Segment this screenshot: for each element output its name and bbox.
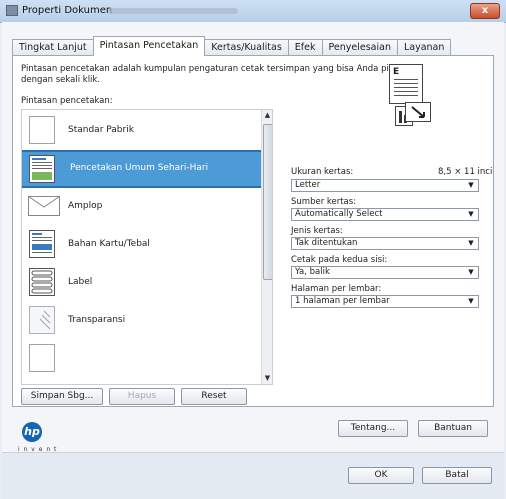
shortcut-label: Transparansi xyxy=(68,315,126,325)
chevron-down-icon: ▼ xyxy=(468,210,474,218)
transparency-icon xyxy=(29,306,55,334)
delete-button[interactable]: Hapus xyxy=(109,388,175,405)
scroll-up-arrow-icon[interactable]: ▲ xyxy=(262,110,272,121)
paper-size-label: Ukuran kertas: xyxy=(291,167,354,177)
tab-printing-shortcuts[interactable]: Pintasan Pencetakan xyxy=(92,36,206,56)
title-bar: Properti Dokumen x xyxy=(0,0,506,23)
pages-per-sheet-label: Halaman per lembar: xyxy=(291,284,382,294)
printer-icon xyxy=(6,5,18,16)
save-as-button[interactable]: Simpan Sbg... xyxy=(21,388,103,405)
blank-page-icon xyxy=(29,116,55,144)
paper-type-select[interactable]: Tak ditentukan ▼ xyxy=(291,237,479,250)
pages-per-sheet-value: 1 halaman per lembar xyxy=(295,296,390,306)
paper-size-select[interactable]: Letter ▼ xyxy=(291,179,479,192)
shortcut-factory-defaults[interactable]: Standar Pabrik xyxy=(22,112,260,150)
reset-button[interactable]: Reset xyxy=(181,388,247,405)
tab-advanced[interactable]: Tingkat Lanjut xyxy=(12,39,94,56)
tab-finishing[interactable]: Penyelesaian xyxy=(321,39,398,56)
duplex-select[interactable]: Ya, balik ▼ xyxy=(291,266,479,279)
document-icon xyxy=(29,155,55,183)
shortcut-label: Pencetakan Umum Sehari-Hari xyxy=(70,163,209,173)
list-item-partial xyxy=(22,340,260,378)
partial-page-icon xyxy=(29,344,55,372)
chevron-down-icon: ▼ xyxy=(468,297,474,305)
preview-letter: E xyxy=(393,67,400,77)
shortcuts-list-label: Pintasan pencetakan: xyxy=(21,96,113,106)
panel-description: Pintasan pencetakan adalah kumpulan peng… xyxy=(21,64,399,85)
paper-size-dimensions: 8,5 × 11 inci xyxy=(438,167,493,177)
dialog-body: Tingkat Lanjut Pintasan Pencetakan Kerta… xyxy=(2,22,504,499)
chevron-down-icon: ▼ xyxy=(468,239,474,247)
list-scrollbar[interactable]: ▲ ▼ xyxy=(261,110,272,384)
close-button[interactable]: x xyxy=(470,3,500,19)
help-button[interactable]: Bantuan xyxy=(418,420,488,437)
pages-per-sheet-select[interactable]: 1 halaman per lembar ▼ xyxy=(291,295,479,308)
shortcut-envelope[interactable]: Amplop xyxy=(22,188,260,226)
paper-source-select[interactable]: Automatically Select ▼ xyxy=(291,208,479,221)
chevron-down-icon: ▼ xyxy=(468,181,474,189)
paper-size-value: Letter xyxy=(295,180,321,190)
paper-source-label: Sumber kertas: xyxy=(291,197,357,207)
label-sheet-icon xyxy=(29,268,55,296)
blurred-printer-name xyxy=(108,8,238,14)
paper-type-value: Tak ditentukan xyxy=(295,238,358,248)
shortcut-label: Label xyxy=(68,277,93,287)
shortcut-transparency[interactable]: Transparansi xyxy=(22,302,260,340)
scroll-down-arrow-icon[interactable]: ▼ xyxy=(262,373,272,384)
chevron-down-icon: ▼ xyxy=(468,268,474,276)
shortcut-labels[interactable]: Label xyxy=(22,264,260,302)
document-preview-icon: E xyxy=(389,64,423,104)
shortcuts-panel: Pintasan pencetakan adalah kumpulan peng… xyxy=(12,55,494,407)
shortcut-label: Bahan Kartu/Tebal xyxy=(68,239,150,249)
envelope-icon xyxy=(28,196,60,216)
tab-services[interactable]: Layanan xyxy=(396,39,452,56)
shortcut-label: Amplop xyxy=(68,201,103,211)
tab-paper-quality[interactable]: Kertas/Kualitas xyxy=(204,39,289,56)
paper-source-value: Automatically Select xyxy=(295,209,383,219)
shortcut-label: Standar Pabrik xyxy=(68,125,134,135)
duplex-value: Ya, balik xyxy=(295,267,330,277)
window-title: Properti Dokumen xyxy=(22,5,113,16)
shortcut-cardstock[interactable]: Bahan Kartu/Tebal xyxy=(22,226,260,264)
duplex-icon xyxy=(405,102,431,122)
cardstock-icon xyxy=(29,230,55,258)
about-button[interactable]: Tentang... xyxy=(338,420,408,437)
shortcuts-list[interactable]: Standar Pabrik Pencetakan Umum Sehari-Ha… xyxy=(21,109,273,385)
tab-strip: Tingkat Lanjut Pintasan Pencetakan Kerta… xyxy=(12,36,452,56)
shortcut-everyday-printing[interactable]: Pencetakan Umum Sehari-Hari xyxy=(22,150,264,188)
hp-logo: hp xyxy=(22,422,42,442)
tab-effects[interactable]: Efek xyxy=(287,39,323,56)
paper-type-label: Jenis kertas: xyxy=(291,226,343,236)
duplex-label: Cetak pada kedua sisi: xyxy=(291,255,388,265)
scroll-thumb[interactable] xyxy=(263,124,272,280)
